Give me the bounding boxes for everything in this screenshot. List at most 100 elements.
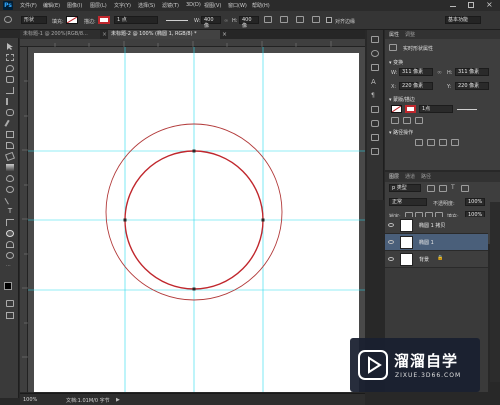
width-field[interactable]: 400 像: [201, 16, 221, 29]
tab-paths[interactable]: 路径: [421, 173, 431, 180]
blend-mode-select[interactable]: 正常: [389, 198, 427, 206]
horizontal-ruler[interactable]: [20, 39, 365, 47]
blur-tool-icon[interactable]: [6, 175, 14, 182]
color-panel-icon[interactable]: [371, 50, 379, 57]
shape-mode-select[interactable]: 形状: [21, 16, 47, 24]
menu-edit[interactable]: 编辑(E): [43, 2, 60, 9]
gradient-tool-icon[interactable]: [6, 164, 14, 171]
brush-panel-icon[interactable]: [371, 106, 379, 113]
filter-type-icon[interactable]: T: [451, 184, 455, 191]
eye-icon[interactable]: [388, 257, 394, 261]
align-edges-checkbox[interactable]: [326, 17, 332, 23]
tab-adjustments[interactable]: 调整: [405, 31, 415, 38]
minimize-icon[interactable]: [450, 6, 456, 7]
stroke-width-field[interactable]: 1 点: [114, 16, 158, 24]
section-mask-stroke[interactable]: ▾ 蒙版/描边: [389, 96, 415, 103]
layer-row-ellipse-1[interactable]: 椭圆 1: [385, 234, 488, 251]
healing-brush-icon[interactable]: [6, 109, 14, 116]
combine-shapes-icon[interactable]: [415, 139, 423, 146]
canvas-area[interactable]: [28, 47, 365, 392]
path-operations-icon[interactable]: [264, 16, 272, 23]
stroke-type-icon[interactable]: [166, 20, 188, 21]
history-panel-icon[interactable]: [371, 36, 379, 43]
link-icon[interactable]: ∞: [437, 69, 442, 76]
ellipse-shape-tool-icon[interactable]: [6, 230, 14, 237]
layer-row-ellipse-1-copy[interactable]: 椭圆 1 拷贝: [385, 217, 488, 234]
width-field[interactable]: 311 像素: [399, 68, 433, 76]
stroke-cap-icon[interactable]: [403, 117, 411, 124]
menu-window[interactable]: 窗口(W): [228, 2, 247, 9]
ellipse-tool-icon[interactable]: [4, 16, 12, 23]
stroke-corner-icon[interactable]: [415, 117, 423, 124]
clone-source-icon[interactable]: [371, 120, 379, 127]
menu-image[interactable]: 图像(I): [67, 2, 82, 9]
close-tab-icon[interactable]: ×: [222, 31, 227, 38]
character-panel-icon[interactable]: A: [371, 78, 376, 86]
vertical-ruler[interactable]: [20, 47, 28, 392]
path-arrangement-icon[interactable]: [296, 16, 304, 23]
x-field[interactable]: 220 像素: [399, 82, 433, 90]
filter-adjustment-icon[interactable]: [439, 185, 447, 192]
eye-icon[interactable]: [388, 223, 394, 227]
clone-stamp-icon[interactable]: [6, 131, 14, 138]
menu-filter[interactable]: 滤镜(T): [162, 2, 179, 9]
pen-tool-icon[interactable]: [4, 196, 12, 205]
dodge-tool-icon[interactable]: [6, 186, 14, 193]
exclude-shape-icon[interactable]: [451, 139, 459, 146]
filter-shape-icon[interactable]: [461, 185, 469, 192]
hand-tool-icon[interactable]: [6, 241, 14, 248]
eraser-icon[interactable]: [5, 151, 15, 162]
fill-swatch[interactable]: [66, 16, 78, 24]
actions-panel-icon[interactable]: [371, 134, 379, 141]
menu-help[interactable]: 帮助(H): [252, 2, 270, 9]
tab-untitled-1[interactable]: 未标题-1 @ 200%(RGB/8...: [20, 30, 100, 39]
crop-tool-icon[interactable]: [6, 87, 14, 94]
zoom-tool-icon[interactable]: [6, 252, 14, 259]
close-tab-icon[interactable]: ×: [102, 31, 107, 38]
zoom-level[interactable]: 100%: [23, 397, 37, 403]
marquee-tool-icon[interactable]: [6, 54, 14, 61]
layer-filter-select[interactable]: p 类型: [389, 184, 421, 192]
tab-layers[interactable]: 图层: [389, 173, 399, 180]
paragraph-panel-icon[interactable]: ¶: [371, 92, 375, 99]
swatches-panel-icon[interactable]: [371, 64, 379, 71]
path-selection-icon[interactable]: [6, 219, 14, 226]
info-panel-icon[interactable]: [371, 148, 379, 155]
screen-mode-icon[interactable]: [6, 312, 14, 319]
eyedropper-icon[interactable]: [6, 98, 10, 105]
fill-swatch[interactable]: [391, 105, 402, 113]
layers-scrollbar[interactable]: [490, 202, 500, 382]
section-path-operations[interactable]: ▾ 路径操作: [389, 129, 413, 136]
brush-tool-icon[interactable]: [4, 119, 11, 128]
maximize-icon[interactable]: [468, 2, 474, 8]
history-brush-icon[interactable]: [6, 142, 14, 149]
gear-icon[interactable]: [312, 16, 320, 23]
layer-row-background[interactable]: 背景 🔒: [385, 251, 488, 268]
workspace-select[interactable]: 基本功能: [445, 16, 481, 24]
stroke-swatch[interactable]: [405, 105, 416, 113]
link-icon[interactable]: ∞: [224, 18, 228, 24]
stroke-width-field[interactable]: 1点: [419, 105, 453, 113]
tab-untitled-2[interactable]: 未标题-2 @ 100% (椭圆 1, RGB/8) *: [108, 30, 220, 39]
intersect-shape-icon[interactable]: [439, 139, 447, 146]
more-tools-icon[interactable]: ···: [6, 263, 14, 270]
y-field[interactable]: 220 像素: [455, 82, 489, 90]
eye-icon[interactable]: [388, 240, 394, 244]
section-transform[interactable]: ▾ 变换: [389, 59, 403, 66]
quick-mask-icon[interactable]: [6, 300, 14, 307]
menu-select[interactable]: 选择(S): [138, 2, 155, 9]
menu-view[interactable]: 视图(V): [204, 2, 221, 9]
status-arrow-icon[interactable]: ▶: [116, 397, 120, 403]
tab-properties[interactable]: 属性: [389, 31, 399, 38]
stroke-swatch[interactable]: [98, 16, 110, 24]
subtract-shape-icon[interactable]: [427, 139, 435, 146]
tab-channels[interactable]: 通道: [405, 173, 415, 180]
close-window-icon[interactable]: ×: [486, 0, 493, 9]
foreground-color-swatch[interactable]: [4, 282, 12, 290]
type-tool-icon[interactable]: T: [6, 208, 14, 215]
menu-3d[interactable]: 3D(D): [186, 2, 201, 8]
lasso-tool-icon[interactable]: [6, 65, 14, 72]
menu-layer[interactable]: 图层(L): [90, 2, 107, 9]
filter-pixel-icon[interactable]: [427, 185, 435, 192]
path-alignment-icon[interactable]: [280, 16, 288, 23]
